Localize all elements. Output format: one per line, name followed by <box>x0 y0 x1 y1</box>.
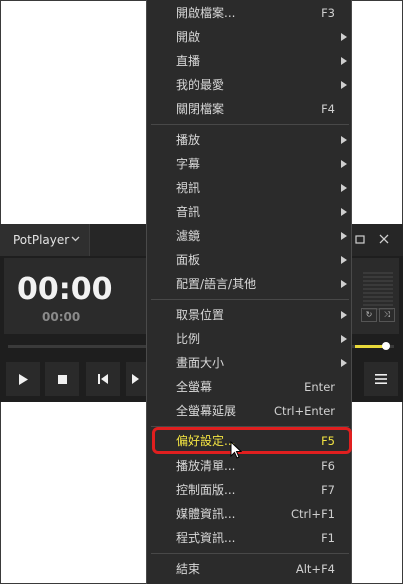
mouse-cursor-icon <box>230 440 243 463</box>
menu-item-label: 字幕 <box>176 157 201 171</box>
menu-item-subtitles[interactable]: 字幕 <box>147 152 351 176</box>
menu-item-fullscreen-stretch[interactable]: 全螢幕延展 Ctrl+Enter <box>147 399 351 423</box>
menu-item-crop-position[interactable]: 取景位置 <box>147 303 351 327</box>
menu-separator <box>151 553 349 554</box>
menu-item-label: 音訊 <box>176 205 201 219</box>
menu-item-label: 取景位置 <box>176 308 225 322</box>
repeat-icon[interactable]: ↻ <box>361 308 377 322</box>
maximize-button[interactable] <box>350 224 370 256</box>
submenu-arrow-icon <box>341 57 347 65</box>
menu-item-shortcut: F4 <box>321 102 335 116</box>
menu-item-filters[interactable]: 濾鏡 <box>147 224 351 248</box>
next-icon <box>132 374 139 384</box>
volume-level <box>355 345 385 348</box>
menu-item-media-info[interactable]: 媒體資訊... Ctrl+F1 <box>147 502 351 526</box>
menu-item-screen-size[interactable]: 畫面大小 <box>147 351 351 375</box>
submenu-arrow-icon <box>341 280 347 288</box>
previous-icon <box>98 374 108 384</box>
submenu-arrow-icon <box>341 136 347 144</box>
menu-item-close-file[interactable]: 關閉檔案 F4 <box>147 97 351 121</box>
menu-item-label: 開啟檔案... <box>176 6 236 20</box>
hamburger-menu-icon <box>375 374 387 384</box>
menu-item-playback[interactable]: 播放 <box>147 128 351 152</box>
menu-item-panels[interactable]: 面板 <box>147 248 351 272</box>
menu-item-label: 全螢幕延展 <box>176 404 237 418</box>
menu-item-label: 結束 <box>176 562 201 576</box>
submenu-arrow-icon <box>341 335 347 343</box>
menu-item-shortcut: F3 <box>321 6 335 20</box>
chevron-down-icon <box>71 224 80 256</box>
submenu-arrow-icon <box>341 160 347 168</box>
context-menu: 開啟檔案... F3 開啟 直播 我的最愛 關閉檔案 F4 播放 字幕 視訊 音… <box>146 0 352 584</box>
menu-item-favorites[interactable]: 我的最愛 <box>147 73 351 97</box>
next-button[interactable] <box>126 362 146 396</box>
menu-item-label: 直播 <box>176 54 201 68</box>
app-title: PotPlayer <box>13 233 70 247</box>
menu-item-label: 我的最愛 <box>176 78 225 92</box>
menu-item-open[interactable]: 開啟 <box>147 25 351 49</box>
submenu-arrow-icon <box>341 311 347 319</box>
submenu-arrow-icon <box>341 184 347 192</box>
menu-item-shortcut: Ctrl+Enter <box>274 404 335 418</box>
menu-item-label: 畫面大小 <box>176 356 225 370</box>
play-icon <box>19 373 28 385</box>
menu-item-program-info[interactable]: 程式資訊... F1 <box>147 526 351 550</box>
menu-item-label: 全螢幕 <box>176 380 213 394</box>
main-menu-button[interactable] <box>364 362 398 396</box>
menu-item-label: 程式資訊... <box>176 531 236 545</box>
menu-item-label: 濾鏡 <box>176 229 201 243</box>
menu-item-open-file[interactable]: 開啟檔案... F3 <box>147 1 351 25</box>
menu-item-fullscreen[interactable]: 全螢幕 Enter <box>147 375 351 399</box>
menu-item-shortcut: F6 <box>321 459 335 473</box>
spectrum-visualizer <box>363 270 393 310</box>
play-button[interactable] <box>6 362 40 396</box>
menu-item-label: 視訊 <box>176 181 201 195</box>
menu-item-label: 比例 <box>176 332 201 346</box>
menu-item-shortcut: Ctrl+F1 <box>290 507 335 521</box>
elapsed-time: 00:00 <box>17 272 113 307</box>
stop-button[interactable] <box>45 362 79 396</box>
menu-item-label: 面板 <box>176 253 201 267</box>
maximize-icon <box>355 235 365 244</box>
previous-button[interactable] <box>86 362 120 396</box>
menu-item-label: 配置/語言/其他 <box>176 277 257 291</box>
submenu-arrow-icon <box>341 33 347 41</box>
menu-item-label: 關閉檔案 <box>176 102 225 116</box>
menu-item-label: 開啟 <box>176 30 201 44</box>
menu-item-label: 控制面版... <box>176 483 236 497</box>
menu-item-config-language-other[interactable]: 配置/語言/其他 <box>147 272 351 296</box>
menu-item-label: 播放 <box>176 133 201 147</box>
app-menu-button[interactable]: PotPlayer <box>0 224 90 256</box>
stop-icon <box>57 374 67 384</box>
menu-item-shortcut: Alt+F4 <box>295 562 335 576</box>
submenu-arrow-icon <box>341 256 347 264</box>
menu-item-shortcut: Enter <box>304 380 335 394</box>
highlight-annotation-box <box>152 427 352 454</box>
submenu-arrow-icon <box>341 232 347 240</box>
submenu-arrow-icon <box>341 208 347 216</box>
menu-item-playlist[interactable]: 播放清單... F6 <box>147 454 351 478</box>
close-icon <box>379 234 389 244</box>
menu-separator <box>151 124 349 125</box>
menu-item-control-panel[interactable]: 控制面版... F7 <box>147 478 351 502</box>
menu-item-aspect-ratio[interactable]: 比例 <box>147 327 351 351</box>
volume-slider-handle[interactable] <box>382 342 390 350</box>
menu-item-label: 播放清單... <box>176 459 236 473</box>
menu-item-audio[interactable]: 音訊 <box>147 200 351 224</box>
shuffle-icon[interactable]: ⤨ <box>379 308 395 322</box>
menu-item-video[interactable]: 視訊 <box>147 176 351 200</box>
submenu-arrow-icon <box>341 359 347 367</box>
menu-item-label: 媒體資訊... <box>176 507 236 521</box>
close-button[interactable] <box>374 224 394 256</box>
menu-separator <box>151 299 349 300</box>
menu-item-shortcut: F7 <box>321 483 335 497</box>
total-time: 00:00 <box>42 310 81 324</box>
menu-item-exit[interactable]: 結束 Alt+F4 <box>147 557 351 581</box>
menu-item-shortcut: F1 <box>321 531 335 545</box>
menu-item-live[interactable]: 直播 <box>147 49 351 73</box>
submenu-arrow-icon <box>341 81 347 89</box>
